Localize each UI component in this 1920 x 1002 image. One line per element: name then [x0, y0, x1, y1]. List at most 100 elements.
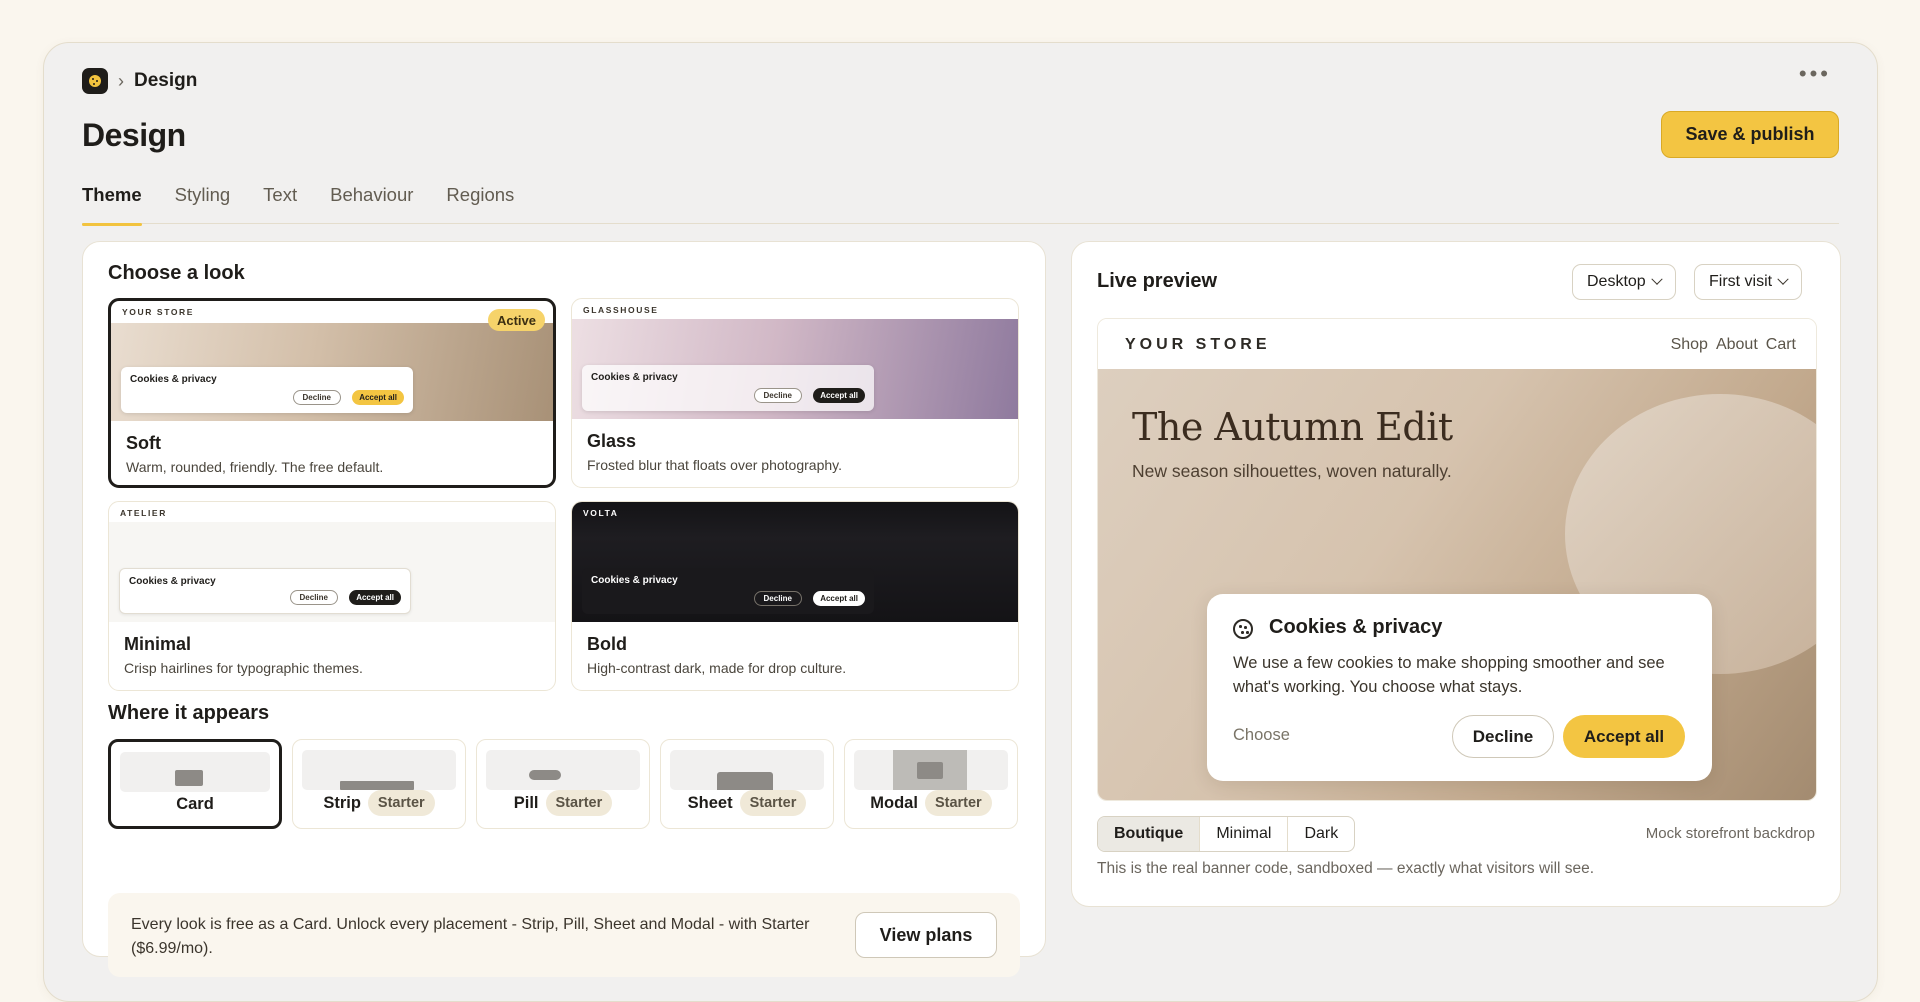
thumb-decline: Decline	[753, 388, 802, 403]
thumb-banner: Cookies & privacy Decline Accept all	[582, 365, 874, 411]
thumb-decline: Decline	[753, 591, 802, 606]
save-publish-button[interactable]: Save & publish	[1661, 111, 1839, 158]
placement-preview	[854, 750, 1008, 790]
thumb-accept: Accept all	[352, 390, 404, 405]
placement-label: Card	[176, 795, 214, 813]
placement-preview	[120, 752, 270, 792]
visit-dropdown[interactable]: First visit	[1694, 264, 1803, 300]
look-card-glass[interactable]: GLASSHOUSE Cookies & privacy Decline Acc…	[571, 298, 1019, 488]
thumb-accept: Accept all	[349, 590, 401, 605]
device-value: Desktop	[1587, 273, 1646, 290]
tab-bar: Theme Styling Text Behaviour Regions	[82, 180, 1839, 226]
thumb-banner: Cookies & privacy Decline Accept all	[121, 367, 413, 413]
store-brand: YOUR STORE	[1125, 336, 1271, 353]
thumb-banner: Cookies & privacy Decline Accept all	[119, 568, 411, 614]
backdrop-dark[interactable]: Dark	[1288, 817, 1354, 851]
visit-value: First visit	[1709, 273, 1773, 290]
look-description: Warm, rounded, friendly. The free defaul…	[126, 459, 384, 475]
more-options-icon[interactable]: •••	[1799, 63, 1831, 85]
look-card-soft[interactable]: YOUR STORE Cookies & privacy Decline Acc…	[108, 298, 556, 488]
cookie-banner: Cookies & privacy We use a few cookies t…	[1207, 594, 1712, 781]
cookie-banner-title: Cookies & privacy	[1269, 616, 1443, 638]
thumb-banner-title: Cookies & privacy	[591, 575, 678, 586]
thumb-accept: Accept all	[813, 388, 865, 403]
device-dropdown[interactable]: Desktop	[1572, 264, 1676, 300]
thumb-store-name: YOUR STORE	[122, 307, 195, 317]
app-logo-icon[interactable]	[82, 68, 108, 94]
look-name: Glass	[587, 431, 637, 451]
placement-sheet[interactable]: Sheet Starter	[660, 739, 834, 829]
placement-label: Modal	[870, 793, 918, 812]
placement-pill[interactable]: Pill Starter	[476, 739, 650, 829]
page-title: Design	[82, 117, 186, 153]
starter-badge: Starter	[739, 790, 807, 816]
thumb-banner: Cookies & privacy Decline Accept all	[582, 568, 874, 614]
active-badge: Active	[487, 309, 545, 331]
live-preview-title: Live preview	[1097, 270, 1218, 292]
accept-all-button[interactable]: Accept all	[1563, 715, 1685, 758]
cookie-icon	[1233, 619, 1253, 639]
live-preview-panel: Live preview Desktop First visit YOUR ST…	[1071, 241, 1841, 907]
backdrop-minimal[interactable]: Minimal	[1200, 817, 1289, 851]
breadcrumb-current: Design	[134, 70, 198, 91]
placement-label: Strip	[323, 793, 361, 812]
choose-link[interactable]: Choose	[1233, 726, 1290, 745]
preview-footnote: This is the real banner code, sandboxed …	[1097, 860, 1595, 877]
backdrop-note: Mock storefront backdrop	[1645, 825, 1815, 842]
breadcrumb: › Design	[82, 67, 197, 95]
look-description: Frosted blur that floats over photograph…	[587, 457, 842, 473]
store-nav: YOUR STORE Shop About Cart	[1098, 319, 1816, 369]
placement-label: Pill	[513, 793, 539, 812]
hero-subtitle: New season silhouettes, woven naturally.	[1132, 461, 1452, 481]
store-link-cart: Cart	[1765, 336, 1796, 353]
tab-regions[interactable]: Regions	[446, 180, 514, 224]
look-card-minimal[interactable]: ATELIER Cookies & privacy Decline Accept…	[108, 501, 556, 691]
thumb-store-name: VOLTA	[583, 508, 619, 518]
look-description: Crisp hairlines for typographic themes.	[124, 660, 363, 676]
storefront-preview: YOUR STORE Shop About Cart The Autumn Ed…	[1097, 318, 1817, 801]
where-appears-title: Where it appears	[108, 702, 270, 724]
hero-title: The Autumn Edit	[1132, 405, 1453, 449]
look-description: High-contrast dark, made for drop cultur…	[587, 660, 847, 676]
store-links: Shop About Cart	[1671, 336, 1796, 354]
theme-panel: Choose a look YOUR STORE Cookies & priva…	[82, 241, 1046, 977]
placement-label: Sheet	[687, 793, 733, 812]
thumb-decline: Decline	[289, 590, 338, 605]
chevron-down-icon	[1651, 273, 1663, 285]
thumb-banner-title: Cookies & privacy	[129, 576, 216, 587]
placement-card[interactable]: Card	[108, 739, 282, 829]
chevron-right-icon: ›	[118, 70, 124, 91]
look-card-bold[interactable]: VOLTA Cookies & privacy Decline Accept a…	[571, 501, 1019, 691]
placement-preview	[486, 750, 640, 790]
tab-behaviour[interactable]: Behaviour	[330, 180, 413, 224]
tab-text[interactable]: Text	[263, 180, 297, 224]
backdrop-segmented-control: Boutique Minimal Dark	[1097, 816, 1356, 852]
look-name: Minimal	[124, 634, 192, 654]
look-name: Bold	[587, 634, 627, 654]
tab-theme[interactable]: Theme	[82, 180, 142, 226]
placement-preview	[670, 750, 824, 790]
look-name: Soft	[126, 433, 161, 453]
tab-styling[interactable]: Styling	[175, 180, 231, 224]
upgrade-notice: Every look is free as a Card. Unlock eve…	[108, 893, 1020, 977]
placement-modal[interactable]: Modal Starter	[844, 739, 1018, 829]
thumb-store-name: ATELIER	[120, 508, 167, 518]
cookie-banner-body: We use a few cookies to make shopping sm…	[1233, 654, 1665, 696]
thumb-banner-title: Cookies & privacy	[591, 372, 678, 383]
choose-look-title: Choose a look	[108, 262, 245, 284]
chevron-down-icon	[1777, 273, 1789, 285]
placement-preview	[302, 750, 456, 790]
placement-strip[interactable]: Strip Starter	[292, 739, 466, 829]
view-plans-button[interactable]: View plans	[855, 912, 997, 958]
thumb-accept: Accept all	[813, 591, 865, 606]
upgrade-text: Every look is free as a Card. Unlock eve…	[131, 916, 810, 957]
thumb-store-name: GLASSHOUSE	[583, 305, 659, 315]
starter-badge: Starter	[924, 790, 992, 816]
store-link-shop: Shop	[1670, 336, 1708, 353]
decline-button[interactable]: Decline	[1452, 715, 1554, 758]
thumb-decline: Decline	[292, 390, 341, 405]
thumb-banner-title: Cookies & privacy	[130, 374, 217, 385]
backdrop-boutique[interactable]: Boutique	[1098, 817, 1201, 851]
store-link-about: About	[1715, 336, 1758, 353]
app-window: › Design ••• Design Save & publish Theme…	[43, 42, 1878, 1002]
